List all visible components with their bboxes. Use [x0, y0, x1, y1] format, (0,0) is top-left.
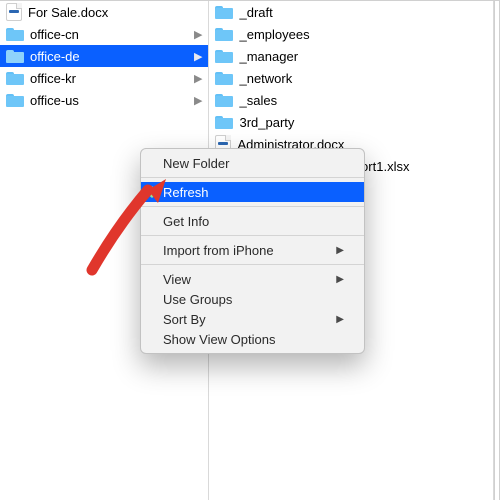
- list-item[interactable]: office-de ▶: [0, 45, 208, 67]
- list-item[interactable]: 3rd_party: [209, 111, 493, 133]
- menu-item-label: Get Info: [163, 214, 209, 229]
- menu-item-label: Import from iPhone: [163, 243, 274, 258]
- folder-icon: [6, 71, 24, 85]
- menu-separator: [141, 206, 364, 207]
- list-item[interactable]: office-cn ▶: [0, 23, 208, 45]
- menu-separator: [141, 264, 364, 265]
- folder-icon: [215, 115, 233, 129]
- menu-item-use-groups[interactable]: Use Groups: [141, 289, 364, 309]
- menu-item-refresh[interactable]: Refresh: [141, 182, 364, 202]
- menu-separator: [141, 177, 364, 178]
- list-item-label: _draft: [239, 5, 487, 20]
- file-icon: [6, 3, 22, 21]
- refresh-icon: [146, 186, 159, 198]
- folder-icon: [215, 93, 233, 107]
- menu-item-new-folder[interactable]: New Folder: [141, 153, 364, 173]
- folder-icon: [215, 49, 233, 63]
- list-item[interactable]: _draft: [209, 1, 493, 23]
- chevron-right-icon: ▶: [336, 274, 344, 285]
- list-item-label: _sales: [239, 93, 487, 108]
- chevron-right-icon: ▶: [194, 28, 202, 41]
- list-item[interactable]: For Sale.docx: [0, 1, 208, 23]
- column-divider: [494, 1, 500, 500]
- list-item-label: _employees: [239, 27, 487, 42]
- chevron-right-icon: ▶: [336, 245, 344, 256]
- list-item[interactable]: office-us ▶: [0, 89, 208, 111]
- folder-icon: [6, 49, 24, 63]
- list-item-label: office-kr: [30, 71, 188, 86]
- menu-item-label: New Folder: [163, 156, 229, 171]
- chevron-right-icon: ▶: [194, 72, 202, 85]
- chevron-right-icon: ▶: [194, 50, 202, 63]
- context-menu: New Folder Refresh Get Info Import from …: [140, 148, 365, 354]
- list-item-label: _network: [239, 71, 487, 86]
- list-item-label: office-us: [30, 93, 188, 108]
- folder-icon: [215, 27, 233, 41]
- folder-icon: [215, 71, 233, 85]
- chevron-right-icon: ▶: [194, 94, 202, 107]
- menu-item-view[interactable]: View ▶: [141, 269, 364, 289]
- list-item-label: office-de: [30, 49, 188, 64]
- menu-separator: [141, 235, 364, 236]
- list-item[interactable]: _sales: [209, 89, 493, 111]
- menu-item-label: Sort By: [163, 312, 206, 327]
- list-item-label: _manager: [239, 49, 487, 64]
- folder-icon: [215, 5, 233, 19]
- list-item[interactable]: _employees: [209, 23, 493, 45]
- menu-item-label: Use Groups: [163, 292, 232, 307]
- folder-icon: [6, 93, 24, 107]
- list-item[interactable]: _manager: [209, 45, 493, 67]
- menu-item-show-view-options[interactable]: Show View Options: [141, 329, 364, 349]
- menu-item-get-info[interactable]: Get Info: [141, 211, 364, 231]
- menu-item-import-iphone[interactable]: Import from iPhone ▶: [141, 240, 364, 260]
- menu-item-label: View: [163, 272, 191, 287]
- list-item-label: office-cn: [30, 27, 188, 42]
- list-item[interactable]: office-kr ▶: [0, 67, 208, 89]
- list-item-label: For Sale.docx: [28, 5, 202, 20]
- folder-icon: [6, 27, 24, 41]
- menu-item-label: Show View Options: [163, 332, 276, 347]
- list-item-label: 3rd_party: [239, 115, 487, 130]
- list-item[interactable]: _network: [209, 67, 493, 89]
- menu-item-sort-by[interactable]: Sort By ▶: [141, 309, 364, 329]
- chevron-right-icon: ▶: [336, 314, 344, 325]
- menu-item-label: Refresh: [163, 185, 209, 200]
